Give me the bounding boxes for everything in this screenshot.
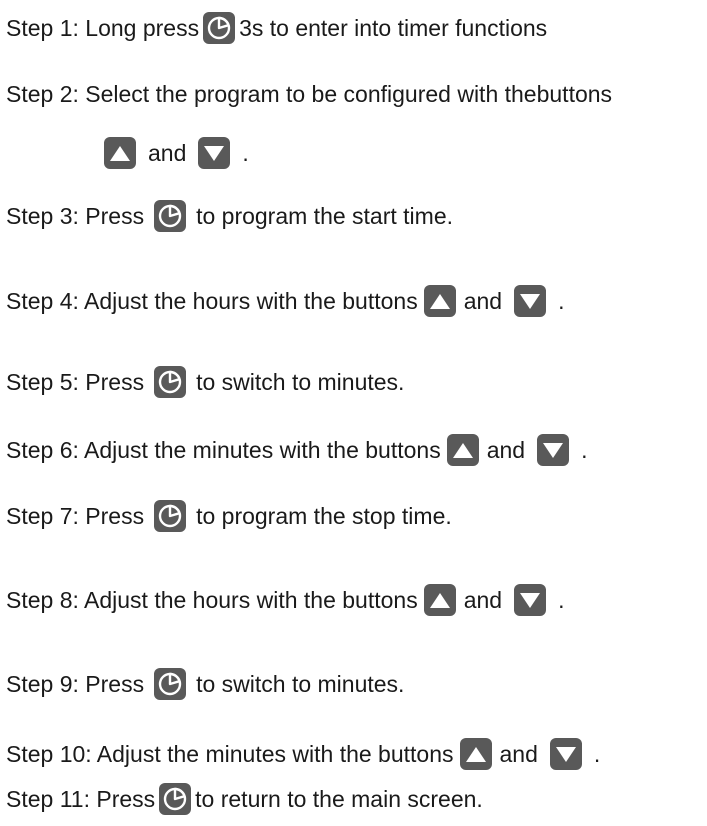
up-button	[446, 434, 479, 466]
step-8: Step 8: Adjust the hours with the button…	[6, 580, 564, 620]
down-button	[198, 137, 231, 169]
step-3-text-end: to program the start time.	[196, 202, 454, 229]
timer-clock-icon	[158, 370, 182, 394]
down-arrow-icon	[520, 294, 541, 309]
step-5-text-end: to switch to minutes.	[196, 368, 405, 395]
up-button	[423, 584, 456, 616]
and-text: and	[148, 139, 187, 166]
step-4-text: Step 4: Adjust the hours with the button…	[6, 287, 418, 314]
step-4: Step 4: Adjust the hours with the button…	[6, 281, 564, 321]
up-arrow-icon	[429, 294, 450, 309]
step-9-text-end: to switch to minutes.	[196, 670, 405, 697]
and-text: and	[499, 740, 538, 767]
timer-clock-icon	[158, 672, 182, 696]
step-7: Step 7: Press to program the stop time.	[6, 496, 452, 536]
up-arrow-icon	[452, 443, 473, 458]
step-7-text-end: to program the stop time.	[196, 502, 452, 529]
down-arrow-icon	[520, 593, 541, 608]
timer-clock-icon	[158, 504, 182, 528]
step-1-text-start: Step 1: Long press	[6, 14, 200, 41]
up-button	[459, 738, 492, 770]
period-text: .	[558, 586, 565, 613]
step-6-text: Step 6: Adjust the minutes with the butt…	[6, 436, 441, 463]
period-text: .	[593, 740, 601, 767]
and-text: and	[486, 436, 526, 463]
up-arrow-icon	[110, 146, 130, 161]
up-arrow-icon	[429, 593, 450, 608]
step-5-text-start: Step 5: Press	[6, 368, 145, 395]
timer-button	[203, 12, 236, 44]
up-button	[104, 137, 136, 169]
step-3: Step 3: Press to program the start time.	[6, 196, 453, 236]
step-6: Step 6: Adjust the minutes with the butt…	[6, 430, 587, 470]
step-2-buttons: and .	[104, 133, 249, 173]
up-button	[423, 285, 456, 317]
step-11-text-end: to return to the main screen.	[195, 785, 483, 812]
timer-clock-icon	[158, 204, 182, 228]
step-5: Step 5: Press to switch to minutes.	[6, 362, 404, 402]
down-button	[537, 434, 570, 466]
down-button	[514, 584, 547, 616]
timer-button	[154, 668, 187, 700]
timer-clock-icon	[207, 16, 231, 40]
up-arrow-icon	[465, 747, 486, 762]
step-7-text-start: Step 7: Press	[6, 502, 145, 529]
down-arrow-icon	[204, 146, 225, 161]
down-arrow-icon	[555, 747, 576, 762]
down-button	[549, 738, 582, 770]
step-2: Step 2: Select the program to be configu…	[6, 74, 612, 114]
step-10-text: Step 10: Adjust the minutes with the but…	[6, 740, 454, 767]
step-8-text: Step 8: Adjust the hours with the button…	[6, 586, 418, 613]
and-text: and	[463, 287, 503, 314]
step-1: Step 1: Long press 3s to enter into time…	[6, 8, 547, 48]
step-10: Step 10: Adjust the minutes with the but…	[6, 734, 600, 774]
timer-button	[154, 200, 187, 232]
step-11: Step 11: Press to return to the main scr…	[6, 779, 483, 819]
step-1-text-end: 3s to enter into timer functions	[239, 14, 548, 41]
step-11-text-start: Step 11: Press	[6, 785, 156, 812]
timer-button	[154, 366, 187, 398]
period-text: .	[242, 139, 249, 166]
step-3-text-start: Step 3: Press	[6, 202, 145, 229]
timer-button	[154, 500, 187, 532]
and-text: and	[463, 586, 503, 613]
down-arrow-icon	[543, 443, 564, 458]
period-text: .	[581, 436, 588, 463]
step-2-text: Step 2: Select the program to be configu…	[6, 80, 613, 107]
timer-clock-icon	[163, 787, 187, 811]
step-9: Step 9: Press to switch to minutes.	[6, 664, 404, 704]
down-button	[514, 285, 547, 317]
period-text: .	[558, 287, 565, 314]
step-9-text-start: Step 9: Press	[6, 670, 145, 697]
timer-button	[159, 783, 192, 815]
